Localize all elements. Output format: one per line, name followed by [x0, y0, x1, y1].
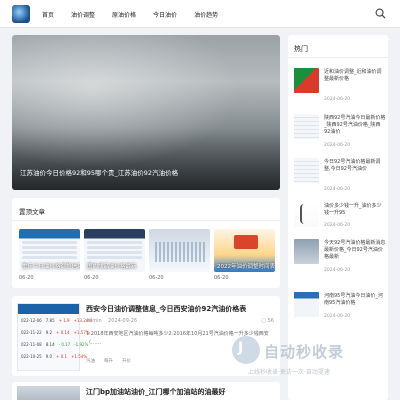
tag-link[interactable]: 升价 [122, 358, 131, 364]
sidebar-article-title[interactable]: 河南95号汽油今日油价_河南95汽油价格 [324, 293, 386, 307]
tag-link[interactable]: 每升 [104, 358, 113, 364]
article-meta: admin 2024-09-26 [86, 318, 137, 324]
sidebar-article[interactable]: 近和油价调整_近和油价调整最新价格 2024-06-20 [294, 68, 384, 108]
article-thumbnail[interactable] [17, 386, 80, 400]
sidebar-article-title[interactable]: 油价多少钱一升_油价多少钱一升95 [324, 203, 386, 217]
article-author[interactable]: admin [86, 318, 102, 324]
watermark-slogan: 上线秒收录·来访一次·自动提速 [248, 369, 330, 376]
article-date: 2024-09-26 [108, 318, 138, 324]
article-tags: 汽油 每升 升价 [86, 358, 140, 364]
table-thumbnail [22, 241, 77, 261]
hand-thumbnail [294, 202, 319, 227]
station-thumbnail [294, 239, 319, 264]
article-list-item: 江门bp加油站油价_江门哪个加油站的油最好 [12, 382, 280, 400]
divider [288, 57, 388, 58]
tag-link[interactable]: 汽油 [86, 358, 95, 364]
top-navigation-bar: 首页 油价调整 原油价格 今日油价 油价趋势 [0, 0, 400, 28]
comment-count-value: 56 [267, 318, 274, 324]
article-thumbnail[interactable]: 022-12-06 7.85 + 1.9 +13.24% 022-11-22 9.2 + … [17, 303, 93, 371]
nav-item-oil-price-trend[interactable]: 油价趋势 [194, 10, 218, 19]
pinned-article-caption: 重庆今日油价格调整信息 [22, 264, 80, 270]
sidebar-article-date: 2024-06-20 [324, 223, 351, 228]
site-logo[interactable] [12, 5, 30, 23]
divider [12, 220, 280, 221]
sidebar-article[interactable]: 油价多少钱一升_油价多少钱一升95 2024-06-20 [294, 202, 384, 242]
nav-item-home[interactable]: 首页 [42, 10, 54, 19]
table-row: 022-12-06 7.85 + 1.9 +13.24% [21, 318, 93, 323]
sidebar-article-title[interactable]: 近和油价调整_近和油价调整最新价格 [324, 69, 386, 83]
pinned-article-card[interactable] [149, 229, 210, 272]
sidebar-article[interactable]: 今天92号汽油价格最新消息最新价格_今日92号汽油价格最新 2024-06-20 [294, 239, 386, 279]
pinned-article-caption: 2022年油价调整时间表 [217, 264, 275, 270]
sidebar-article-date: 2024-06-20 [324, 187, 351, 192]
nav-item-oil-price-adjustment[interactable]: 油价调整 [71, 10, 95, 19]
pinned-articles-panel: 置顶文章 重庆今日油价格调整信息 国内成品油价格最新 2022年油价调整时间表 … [12, 198, 280, 288]
table-thumbnail [87, 241, 142, 261]
thumbnail-header [18, 304, 79, 314]
table-row: 022-11-22 9.2 + 0.14 +1.57% [21, 330, 90, 335]
sidebar-article-date: 2024-06-20 [324, 97, 351, 102]
pinned-article-card[interactable]: 重庆今日油价格调整信息 [19, 229, 80, 272]
table-row: 022-10-25 9.0 + 0.1 +1.54% [21, 354, 88, 359]
comment-count: ▢ 56 [261, 318, 274, 324]
table-thumbnail [294, 158, 319, 183]
pinned-article-date: 06-20 [149, 275, 164, 281]
nav-item-crude-oil-price[interactable]: 原油价格 [112, 10, 136, 19]
sidebar-article[interactable]: 河南95号汽油今日油价_河南95汽油价格 2024-06-20 [294, 292, 384, 332]
nav-item-today-oil-price[interactable]: 今日油价 [153, 10, 177, 19]
sidebar-article-date: 2024-06-20 [324, 314, 351, 319]
sidebar-article[interactable]: 今日92号汽油价格最新调整,今日92号汽油价 2024-06-20 [294, 158, 384, 198]
fuel-truck-image [234, 235, 258, 249]
fuel-nozzle-thumbnail [294, 68, 319, 93]
pinned-article-caption: 国内成品油价格最新 [87, 264, 137, 270]
featured-slider[interactable]: 江苏油价今日价格92和95哪个贵_江苏油价92汽油价格 [12, 35, 280, 190]
chart-thumbnail [155, 242, 205, 262]
search-icon[interactable] [375, 8, 386, 19]
pinned-articles-title: 置顶文章 [19, 208, 45, 216]
pinned-article-card[interactable]: 国内成品油价格最新 [84, 229, 145, 272]
table-thumbnail [294, 292, 319, 317]
sidebar-article-date: 2024-06-20 [324, 143, 351, 148]
slider-title[interactable]: 江苏油价今日价格92和95哪个贵_江苏油价92汽油价格 [20, 167, 178, 177]
sidebar-article-title[interactable]: 今日92号汽油价格最新调整,今日92号汽油价 [324, 159, 386, 173]
article-title[interactable]: 江门bp加油站油价_江门哪个加油站的油最好 [86, 387, 226, 397]
pinned-article-date: 06-20 [84, 275, 99, 281]
sidebar-article-title[interactable]: 陕西92号汽油今日最新价格_陕西92号汽油价格_陕西92油价 [324, 115, 386, 136]
watermark-badge-icon: J [232, 336, 260, 364]
main-nav: 首页 油价调整 原油价格 今日油价 油价趋势 [42, 0, 235, 28]
pinned-article-date: 06-20 [214, 275, 229, 281]
sidebar-article-date: 2024-06-20 [324, 268, 351, 273]
article-title[interactable]: 西安今日油价调整信息_今日西安油价92汽油价格表 [86, 304, 246, 314]
watermark-name: 自动秒收录 [264, 343, 345, 361]
sidebar-article-title[interactable]: 今天92号汽油价格最新消息最新价格_今日92号汽油价格最新 [324, 240, 386, 261]
comment-icon: ▢ [261, 318, 267, 324]
sidebar-title: 热门 [294, 45, 308, 53]
sidebar-article[interactable]: 陕西92号汽油今日最新价格_陕西92号汽油价格_陕西92油价 2024-06-2… [294, 114, 386, 154]
table-thumbnail [294, 114, 319, 139]
table-row: 022-11-08 8.14- 0.17 -1.92% [21, 342, 89, 347]
watermark: J 自动秒收录 上线秒收录·来访一次·自动提速 [232, 336, 382, 380]
pinned-article-card[interactable]: 2022年油价调整时间表 [214, 229, 275, 272]
pinned-article-date: 06-20 [19, 275, 34, 281]
